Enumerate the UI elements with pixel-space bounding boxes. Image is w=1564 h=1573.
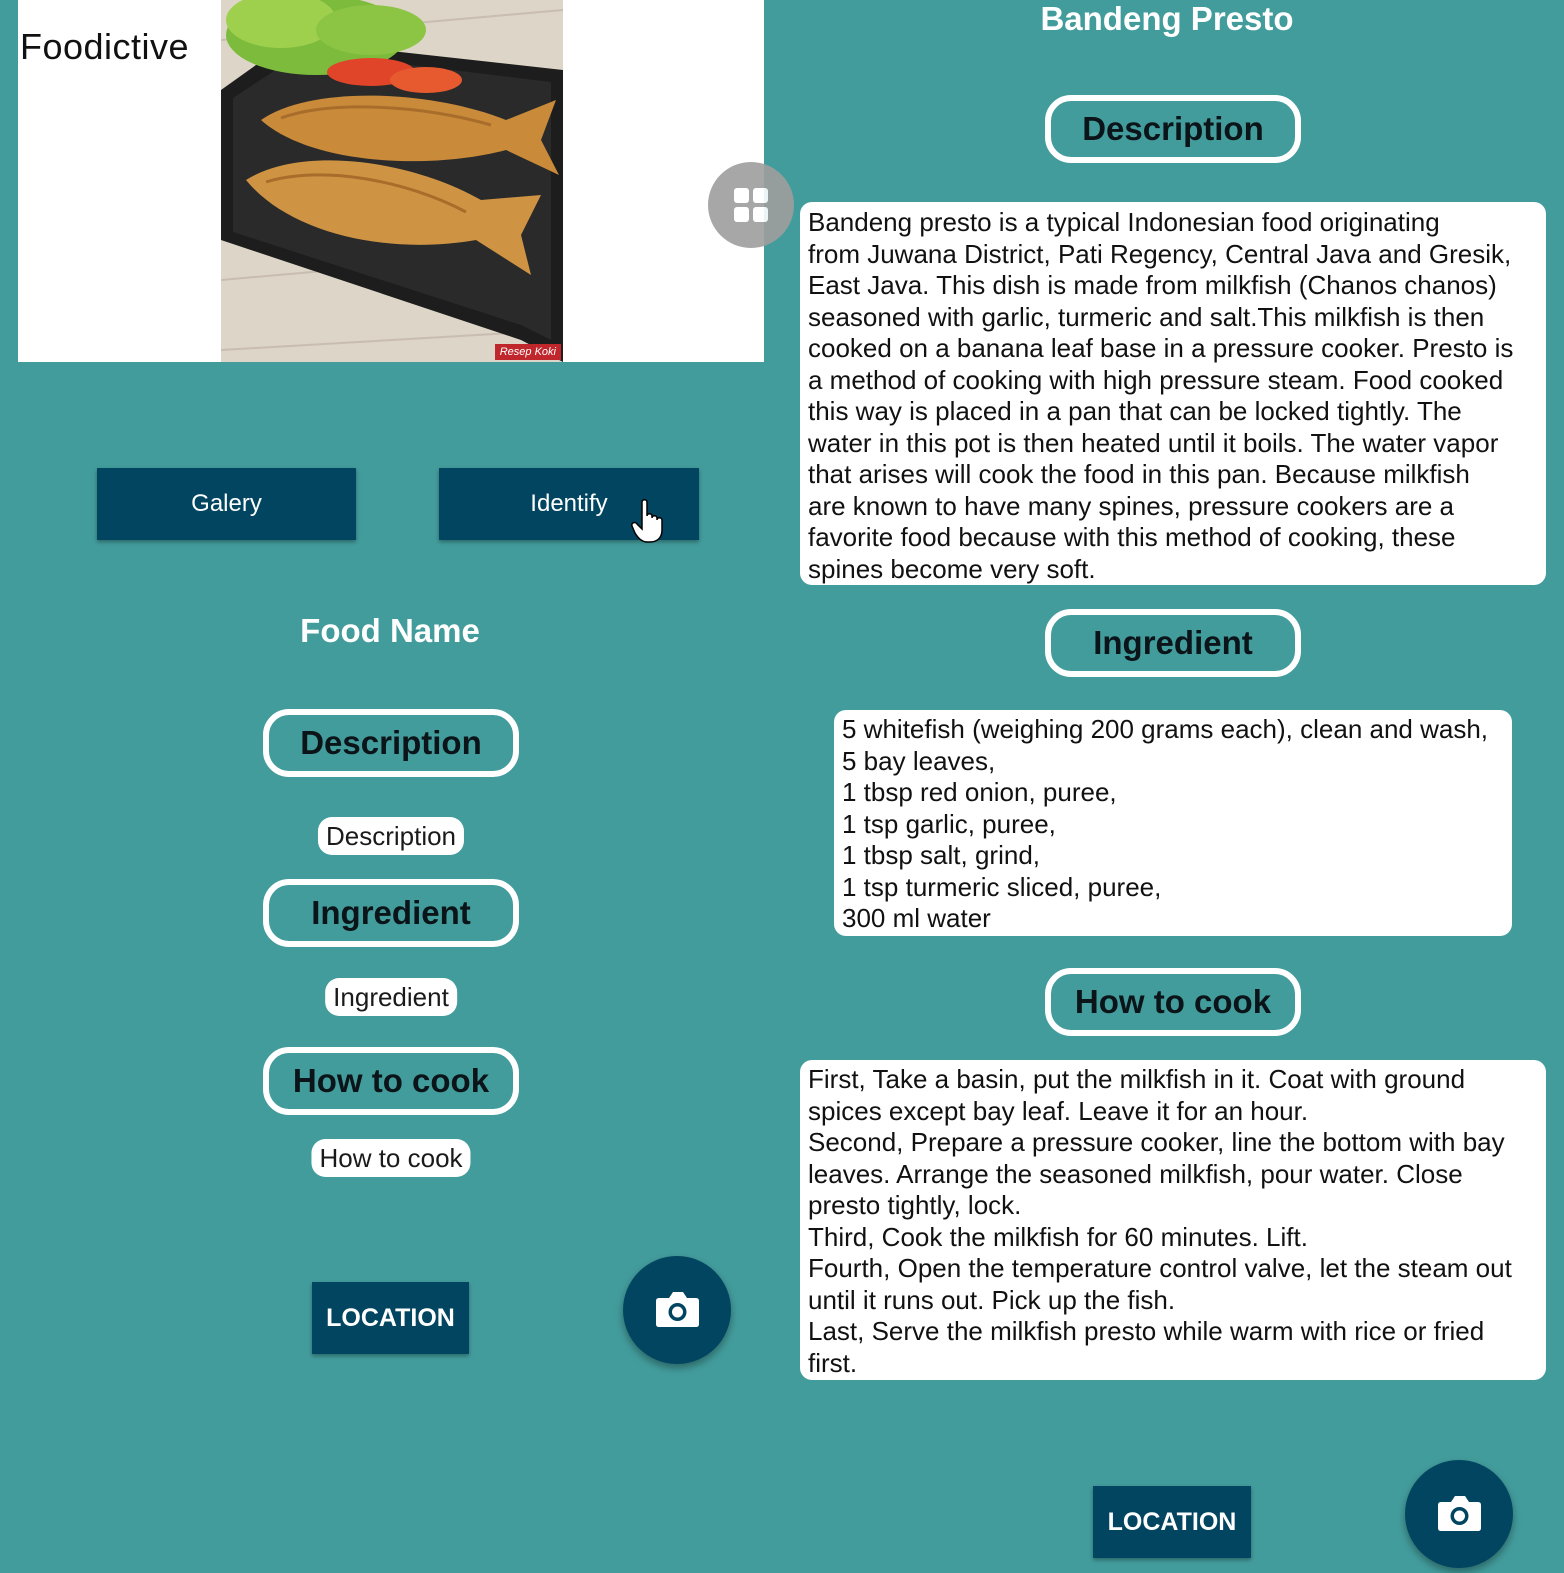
location-button[interactable]: LOCATION xyxy=(312,1282,469,1354)
fried-fish-image xyxy=(221,0,563,362)
ingredient-header: Ingredient xyxy=(263,879,519,947)
galery-button[interactable]: Galery xyxy=(97,468,356,540)
camera-icon xyxy=(656,1292,699,1327)
ingredient-text: 5 whitefish (weighing 200 grams each), c… xyxy=(834,710,1512,936)
description-text: Bandeng presto is a typical Indonesian f… xyxy=(800,202,1546,585)
description-header-detail: Description xyxy=(1045,95,1301,163)
how-to-cook-value: How to cook xyxy=(311,1139,471,1177)
camera-icon xyxy=(1438,1496,1481,1531)
description-header: Description xyxy=(263,709,519,777)
app-title: Foodictive xyxy=(20,26,190,67)
how-to-cook-header: How to cook xyxy=(263,1047,519,1115)
grid-menu-button[interactable] xyxy=(708,162,794,248)
photo-watermark: Resep Koki xyxy=(494,344,561,360)
food-name-title: Bandeng Presto xyxy=(1040,0,1294,37)
description-value: Description xyxy=(317,817,465,855)
ingredient-header-detail: Ingredient xyxy=(1045,609,1301,677)
food-photo: Resep Koki xyxy=(221,0,563,362)
how-to-cook-text: First, Take a basin, put the milkfish in… xyxy=(800,1060,1546,1380)
camera-button[interactable] xyxy=(623,1256,731,1364)
pointer-hand-icon xyxy=(631,499,663,543)
how-to-cook-header-detail: How to cook xyxy=(1045,968,1301,1036)
ingredient-value: Ingredient xyxy=(325,978,457,1016)
food-name-label: Food Name xyxy=(300,612,480,649)
location-button-detail[interactable]: LOCATION xyxy=(1093,1486,1251,1558)
camera-button-detail[interactable] xyxy=(1405,1460,1513,1568)
